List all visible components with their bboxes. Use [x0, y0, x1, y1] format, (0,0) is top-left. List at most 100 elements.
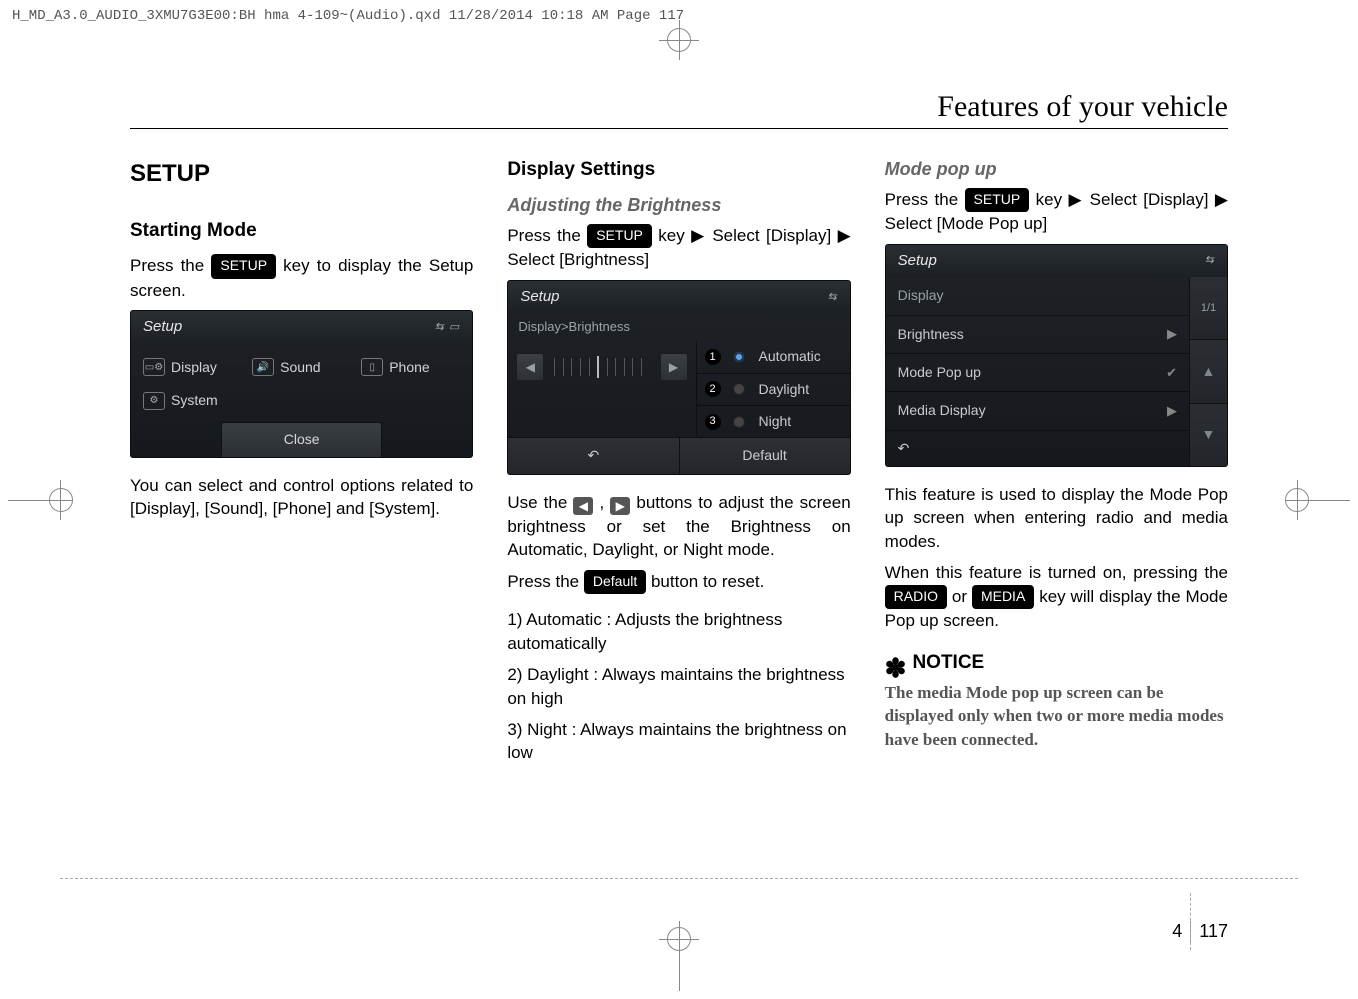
triangle-right-icon: ▶	[685, 226, 713, 245]
status-icons: ⇆ ▭	[435, 320, 461, 335]
notice-heading: ✽ NOTICE	[885, 650, 1228, 676]
back-icon: ↶	[898, 440, 910, 456]
page-indicator: 1/1	[1190, 277, 1227, 340]
option-label: Night	[759, 412, 792, 431]
screenshot-display-menu: Setup ⇆ Display Brightness ▶ Mode Pop up	[885, 244, 1228, 467]
media-key-pill: MEDIA	[972, 585, 1034, 609]
ss-titlebar: Setup ⇆	[508, 281, 849, 314]
text-fragment: Press the	[130, 256, 211, 275]
triangle-right-icon: ▶	[838, 226, 851, 245]
ss-title-text: Setup	[520, 287, 559, 308]
list-item-3: 3) Night : Always maintains the brightne…	[507, 718, 850, 765]
brightness-slider[interactable]	[554, 358, 649, 376]
sound-icon: 🔊	[252, 358, 274, 376]
option-daylight[interactable]: 2 Daylight	[697, 373, 850, 405]
ss-header-label: Display	[898, 286, 944, 305]
text-fragment: Select [Display]	[1090, 190, 1215, 209]
row-media-display[interactable]: Media Display ▶	[886, 391, 1189, 429]
ss-back-button[interactable]: ↶	[508, 438, 679, 473]
row-label: Brightness	[898, 325, 964, 344]
radio-key-pill: RADIO	[885, 585, 947, 609]
heading-mode-popup: Mode pop up	[885, 157, 1228, 182]
text-fragment: Select [Brightness]	[507, 250, 649, 269]
column-2: Display Settings Adjusting the Brightnes…	[507, 157, 850, 773]
p-brightness-use: Use the ◀ , ▶ buttons to adjust the scre…	[507, 491, 850, 562]
ss-tile-display[interactable]: ▭⚙ Display	[141, 354, 244, 381]
scroll-down-button[interactable]: ▼	[1190, 404, 1227, 466]
setup-key-pill: SETUP	[587, 224, 652, 248]
print-file-header: H_MD_A3.0_AUDIO_3XMU7G3E00:BH hma 4-109~…	[12, 8, 684, 24]
text-fragment: key	[652, 226, 685, 245]
text-fragment: Press the	[507, 572, 584, 591]
system-icon: ⚙	[143, 392, 165, 410]
page-number: 4 117	[1164, 921, 1228, 942]
radio-icon	[733, 416, 745, 428]
text-fragment: or	[947, 587, 972, 606]
chapter-number: 4	[1164, 921, 1191, 942]
ss-default-button[interactable]: Default	[680, 438, 850, 473]
chevron-right-icon: ▶	[1167, 325, 1177, 343]
callout-badge-1: 1	[705, 349, 721, 365]
crop-mark-bottom	[659, 921, 699, 991]
p-modepopup-keys: When this feature is turned on, pressing…	[885, 561, 1228, 632]
ss-title-text: Setup	[898, 251, 937, 272]
callout-badge-3: 3	[705, 414, 721, 430]
ss-titlebar: Setup ⇆ ▭	[131, 311, 472, 344]
crop-mark-right	[1285, 480, 1350, 520]
heading-adjust-brightness: Adjusting the Brightness	[507, 193, 850, 218]
text-fragment: Select [Display]	[712, 226, 837, 245]
ss-breadcrumb: Display>Brightness	[508, 314, 849, 342]
ss-title-text: Setup	[143, 317, 182, 338]
ss-back-button[interactable]: ↶	[886, 430, 1189, 466]
brightness-decrease-button[interactable]: ◀	[516, 353, 544, 381]
row-label: Mode Pop up	[898, 363, 981, 382]
ss-tile-phone[interactable]: ▯ Phone	[359, 354, 462, 381]
default-key-pill: Default	[584, 570, 646, 594]
left-button-icon: ◀	[573, 497, 593, 515]
p-brightness-nav: Press the SETUP key ▶ Select [Display] ▶…	[507, 224, 850, 272]
crop-mark-left	[8, 480, 73, 520]
ss-tile-label: Sound	[280, 358, 320, 377]
scroll-up-button[interactable]: ▲	[1190, 340, 1227, 403]
ss-titlebar: Setup ⇆	[886, 245, 1227, 278]
p-start-mode: Press the SETUP key to display the Setup…	[130, 254, 473, 302]
heading-display-settings: Display Settings	[507, 157, 850, 183]
crop-mark-top	[659, 20, 699, 60]
ss-close-button[interactable]: Close	[221, 422, 382, 456]
text-fragment: button to reset.	[646, 572, 764, 591]
option-automatic[interactable]: 1 Automatic	[697, 341, 850, 372]
back-icon: ↶	[588, 447, 600, 463]
row-brightness[interactable]: Brightness ▶	[886, 315, 1189, 353]
row-label: Media Display	[898, 401, 986, 420]
text-fragment: Daylight : Always maintains the brightne…	[507, 665, 844, 707]
callout-badge-2: 2	[705, 381, 721, 397]
triangle-right-icon: ▶	[1215, 190, 1228, 209]
check-icon: ✔	[1166, 364, 1177, 382]
option-label: Daylight	[759, 380, 810, 399]
column-3: Mode pop up Press the SETUP key ▶ Select…	[885, 157, 1228, 773]
option-night[interactable]: 3 Night	[697, 405, 850, 437]
page-number-value: 117	[1191, 921, 1228, 942]
triangle-right-icon: ▶	[1062, 190, 1090, 209]
section-title: Features of your vehicle	[130, 90, 1228, 129]
phone-icon: ▯	[361, 358, 383, 376]
display-icon: ▭⚙	[143, 358, 165, 376]
p-modepopup-desc: This feature is used to display the Mode…	[885, 483, 1228, 553]
brightness-increase-button[interactable]: ▶	[660, 353, 688, 381]
option-label: Automatic	[759, 347, 821, 366]
p-modepopup-nav: Press the SETUP key ▶ Select [Display] ▶…	[885, 188, 1228, 236]
heading-starting-mode: Starting Mode	[130, 218, 473, 244]
ss-tile-sound[interactable]: 🔊 Sound	[250, 354, 353, 381]
text-fragment: When this feature is turned on, pressing…	[885, 563, 1228, 582]
ss-tile-system[interactable]: ⚙ System	[141, 387, 244, 414]
status-icons: ⇆	[1205, 253, 1215, 268]
column-1: SETUP Starting Mode Press the SETUP key …	[130, 157, 473, 773]
row-mode-popup[interactable]: Mode Pop up ✔	[886, 353, 1189, 391]
radio-selected-icon	[733, 351, 745, 363]
page-content: Features of your vehicle SETUP Starting …	[130, 90, 1228, 894]
text-fragment: Automatic : Adjusts the brightness autom…	[507, 610, 782, 652]
list-item-1: 1) Automatic : Adjusts the brightness au…	[507, 608, 850, 655]
notice-heading-text: NOTICE	[912, 650, 984, 676]
text-fragment: Press the	[885, 190, 965, 209]
heading-setup: SETUP	[130, 157, 473, 190]
